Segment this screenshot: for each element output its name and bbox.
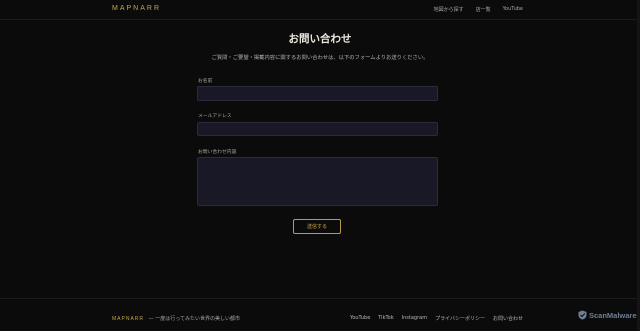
- footer-link-youtube[interactable]: YouTube: [350, 315, 370, 322]
- footer-divider: [0, 298, 640, 299]
- main-nav: 地図から探す 店一覧 YouTube: [434, 6, 523, 13]
- footer-link-contact[interactable]: お問い合わせ: [493, 315, 523, 322]
- footer-link-tiktok[interactable]: TikTok: [378, 315, 393, 322]
- email-label: メールアドレス: [198, 114, 232, 119]
- footer-tagline: — 一度は行ってみたい世界の美しい都市: [148, 316, 240, 322]
- footer-link-privacy[interactable]: プライバシーポリシー: [435, 315, 485, 322]
- page-subtitle: ご質問・ご要望・掲載内容に関するお問い合わせは、以下のフォームよりお送りください…: [211, 55, 429, 61]
- submit-button[interactable]: 送信する: [293, 219, 341, 234]
- nav-map-search[interactable]: 地図から探す: [434, 6, 464, 13]
- watermark-text: ScanMalware: [589, 310, 637, 320]
- nav-youtube[interactable]: YouTube: [503, 6, 523, 13]
- name-label: お名前: [198, 79, 213, 84]
- email-field[interactable]: [197, 122, 438, 136]
- page-title: お問い合わせ: [288, 33, 352, 45]
- footer-link-instagram[interactable]: Instagram: [402, 315, 427, 322]
- footer-brand: MAPNARR — 一度は行ってみたい世界の美しい都市: [112, 315, 240, 322]
- nav-store-list[interactable]: 店一覧: [476, 6, 491, 13]
- site-logo[interactable]: MAPNARR: [112, 5, 161, 12]
- name-field[interactable]: [197, 86, 438, 101]
- site-header: MAPNARR 地図から探す 店一覧 YouTube: [0, 0, 640, 20]
- message-textarea[interactable]: [197, 157, 438, 206]
- scanmalware-watermark: ScanMalware: [578, 310, 637, 320]
- footer-links: YouTube TikTok Instagram プライバシーポリシー お問い合…: [350, 315, 523, 322]
- shield-logo-icon: [578, 310, 587, 320]
- message-label: お問い合わせ内容: [198, 150, 237, 155]
- footer-logo[interactable]: MAPNARR: [112, 316, 144, 322]
